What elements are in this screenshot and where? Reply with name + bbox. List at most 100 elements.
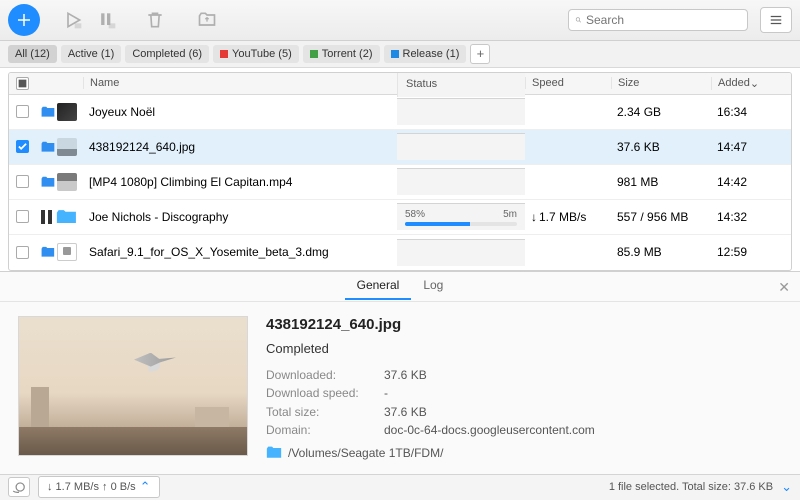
row-size: 557 / 956 MB [617,210,688,224]
app-window: All (12) Active (1) Completed (6) YouTub… [0,0,800,500]
pause-state-icon [41,210,54,224]
row-checkbox[interactable] [16,246,29,259]
add-filter-button[interactable]: + [470,44,490,64]
hamburger-icon [768,13,784,27]
table-header: Name Status Speed Size Added ⌄ [9,73,791,95]
folder-arrow-icon [197,10,217,30]
row-name: 438192124_640.jpg [89,140,195,154]
row-size: 37.6 KB [617,140,660,154]
delete-button[interactable] [140,6,170,34]
table-row[interactable]: [MP4 1080p] Climbing El Capitan.mp4 981 … [9,165,791,200]
selection-summary: 1 file selected. Total size: 37.6 KB [609,481,773,493]
row-added: 14:32 [717,210,747,224]
progress-bar [405,222,517,226]
folder-icon [56,209,77,225]
folder-icon [266,446,282,459]
plus-icon [15,11,33,29]
select-all-checkbox[interactable] [16,77,29,90]
detail-tabs: General Log ✕ [0,272,800,302]
col-status[interactable]: Status [397,72,525,97]
color-swatch-icon [391,50,399,58]
folder-icon [41,175,55,189]
col-speed[interactable]: Speed [525,77,611,89]
row-name: Joe Nichols - Discography [89,210,228,224]
thumbnail-icon [57,173,77,191]
pause-icon [97,10,117,30]
table-row[interactable]: Joe Nichols - Discography 58%5m ↓1.7 MB/… [9,200,791,235]
filter-youtube[interactable]: YouTube (5) [213,45,299,63]
row-checkbox[interactable] [16,210,29,223]
detail-panel: General Log ✕ 438192124_640.jpg Complete… [0,271,800,474]
filter-label: YouTube (5) [232,48,292,60]
filter-bar: All (12) Active (1) Completed (6) YouTub… [0,41,800,68]
table-row[interactable]: 438192124_640.jpg 37.6 KB 14:47 [9,130,791,165]
detail-title: 438192124_640.jpg [266,316,782,333]
filter-label: Torrent (2) [322,48,373,60]
tab-log[interactable]: Log [411,272,455,300]
search-icon [575,14,582,26]
row-checkbox[interactable] [16,105,29,118]
row-name: Joyeux Noël [89,105,155,119]
col-size[interactable]: Size [611,77,711,89]
thumbnail-icon [57,103,77,121]
filter-label: Active (1) [68,48,114,60]
folder-icon [41,140,55,154]
folder-icon [41,245,55,259]
menu-button[interactable] [760,7,792,33]
row-checkbox[interactable] [16,140,29,153]
table-row[interactable]: Joyeux Noël 2.34 GB 16:34 [9,95,791,130]
row-name: Safari_9.1_for_OS_X_Yosemite_beta_3.dmg [89,245,329,259]
filter-label: All (12) [15,48,50,60]
trash-icon [145,10,165,30]
row-added: 12:59 [717,245,747,259]
pause-button[interactable] [92,6,122,34]
add-download-button[interactable] [8,4,40,36]
status-bar: ↓ 1.7 MB/s ↑ 0 B/s⌃ 1 file selected. Tot… [0,474,800,500]
filter-label: Release (1) [403,48,460,60]
search-field[interactable] [568,9,748,31]
row-size: 85.9 MB [617,245,662,259]
download-arrow-icon: ↓ [531,210,537,224]
filter-label: Completed (6) [132,48,202,60]
color-swatch-icon [220,50,228,58]
row-speed: 1.7 MB/s [539,210,586,224]
row-added: 14:47 [717,140,747,154]
col-added[interactable]: Added ⌄ [711,77,791,90]
snail-icon [12,481,26,493]
filter-active[interactable]: Active (1) [61,45,121,63]
downloads-table: Name Status Speed Size Added ⌄ Joyeux No… [0,68,800,271]
toolbar [0,0,800,41]
filter-torrent[interactable]: Torrent (2) [303,45,380,63]
row-size: 981 MB [617,175,658,189]
file-icon [57,243,77,261]
thumbnail-icon [57,138,77,156]
detail-path[interactable]: /Volumes/Seagate 1TB/FDM/ [266,446,782,460]
tab-general[interactable]: General [345,272,412,300]
table-row[interactable]: Safari_9.1_for_OS_X_Yosemite_beta_3.dmg … [9,235,791,270]
detail-state: Completed [266,341,782,356]
col-name[interactable]: Name [83,77,397,89]
filter-completed[interactable]: Completed (6) [125,45,209,63]
row-added: 14:42 [717,175,747,189]
progress-cell: 58%5m [405,209,517,226]
row-name: [MP4 1080p] Climbing El Capitan.mp4 [89,175,292,189]
row-checkbox[interactable] [16,175,29,188]
row-size: 2.34 GB [617,105,661,119]
start-button[interactable] [58,6,88,34]
open-folder-button[interactable] [192,6,222,34]
play-icon [63,10,83,30]
folder-icon [41,105,55,119]
search-input[interactable] [586,13,741,27]
sort-desc-icon: ⌄ [750,77,759,90]
detail-info: 438192124_640.jpg Completed Downloaded:3… [266,316,782,460]
chevron-down-icon[interactable]: ⌄ [781,479,792,495]
row-added: 16:34 [717,105,747,119]
filter-release[interactable]: Release (1) [384,45,467,63]
global-speed[interactable]: ↓ 1.7 MB/s ↑ 0 B/s⌃ [38,476,160,498]
color-swatch-icon [310,50,318,58]
filter-all[interactable]: All (12) [8,45,57,63]
close-detail-button[interactable]: ✕ [778,279,790,296]
speed-limit-button[interactable] [8,477,30,497]
preview-image [18,316,248,456]
chevron-up-icon: ⌃ [140,479,151,495]
